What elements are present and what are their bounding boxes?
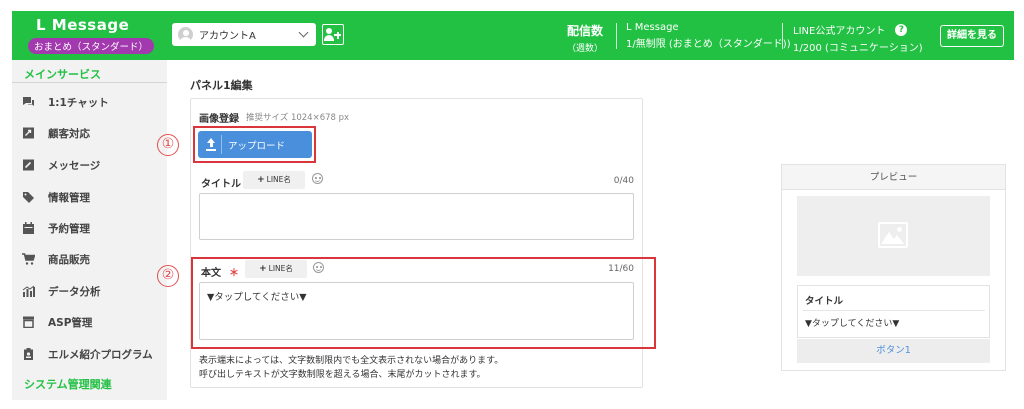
sidebar-section-main[interactable]: メインサービス [24, 66, 101, 82]
note-line-1: 表示端末によっては、文字数制限内でも全文表示されない場合があります。 [199, 356, 504, 366]
line-account-stat: LINE公式アカウント ? 1/200 (コミュニケーション) [793, 22, 923, 54]
preview-card: タイトル ▼タップしてください▼ [797, 285, 990, 338]
divider [782, 23, 783, 49]
plan-badge: おまとめ（スタンダード） [28, 38, 155, 54]
preview-card-text: ▼タップしてください▼ [805, 319, 900, 329]
top-header: L Message おまとめ（スタンダード） アカウントA 配信数 （週数） L… [12, 11, 1014, 60]
title-line-name-button[interactable]: + LINE名 [243, 171, 305, 189]
sidebar-item-label: メッセージ [48, 159, 101, 172]
lmessage-value: 1/無制限 (おまとめ（スタンダード)) [626, 39, 791, 50]
chat-icon [23, 97, 34, 106]
sidebar-item-sales[interactable]: 商品販売 [22, 249, 90, 269]
sidebar-item-reservation[interactable]: 予約管理 [22, 218, 90, 238]
sidebar-item-label: 顧客対応 [48, 127, 90, 140]
preview-panel: プレビュー タイトル ▼タップしてください▼ ボタン1 [781, 164, 1006, 371]
tag-icon [23, 192, 34, 203]
badge-icon [24, 348, 33, 360]
sidebar-item-label: 予約管理 [48, 222, 90, 235]
preview-header: プレビュー [782, 165, 1005, 190]
line-name-label: LINE名 [266, 175, 291, 184]
page-title: パネル1編集 [190, 79, 253, 92]
cart-icon [22, 253, 35, 265]
help-icon[interactable]: ? [895, 23, 908, 36]
brand[interactable]: L Message おまとめ（スタンダード） [28, 16, 158, 54]
title-label: タイトル [201, 179, 241, 190]
sidebar-item-chat[interactable]: 1:1チャット [22, 92, 109, 112]
sidebar-item-label: エルメ紹介プログラム [48, 348, 153, 361]
emoji-icon[interactable] [312, 173, 323, 184]
title-counter: 0/40 [613, 176, 634, 186]
asp-icon [23, 316, 34, 328]
annotation-2: ② [157, 265, 179, 287]
chevron-down-icon [298, 27, 309, 38]
title-input[interactable] [199, 193, 634, 240]
annotation-box-upload [193, 126, 316, 163]
divider [803, 310, 985, 311]
image-size-hint: 推奨サイズ 1024×678 px [246, 113, 350, 123]
calendar-icon [23, 222, 34, 234]
preview-image [797, 196, 990, 276]
sidebar-item-label: 情報管理 [48, 191, 90, 204]
image-placeholder-icon [878, 222, 908, 248]
message-icon [23, 159, 34, 171]
sidebar-item-label: 1:1チャット [48, 96, 109, 109]
image-label: 画像登録 [199, 114, 239, 125]
preview-card-title: タイトル [805, 296, 844, 307]
delivery-sub: （週数） [567, 44, 604, 54]
preview-button[interactable]: ボタン1 [797, 339, 990, 363]
sidebar-section-system[interactable]: システム管理関連 [24, 376, 112, 392]
lmessage-stat: L Message 1/無制限 (おまとめ（スタンダード)) [626, 22, 791, 50]
brand-name[interactable]: L Message [36, 16, 158, 34]
divider [616, 23, 617, 49]
sidebar-item-referral[interactable]: エルメ紹介プログラム [22, 344, 153, 364]
sidebar: メインサービス 1:1チャット 顧客対応 メッセージ 情報管理 予約管理 商品販… [12, 60, 167, 400]
divider [12, 82, 167, 83]
sidebar-item-asp[interactable]: ASP管理 [22, 312, 92, 332]
sidebar-item-customer[interactable]: 顧客対応 [22, 123, 90, 143]
details-button[interactable]: 詳細を見る [940, 25, 1004, 47]
account-select[interactable]: アカウントA [172, 23, 316, 46]
sidebar-item-label: ASP管理 [48, 316, 93, 329]
sidebar-item-info[interactable]: 情報管理 [22, 187, 90, 207]
sidebar-item-message[interactable]: メッセージ [22, 155, 100, 175]
chart-icon [22, 285, 35, 297]
delivery-label: 配信数 [567, 24, 604, 38]
line-label: LINE公式アカウント [793, 26, 886, 37]
sidebar-item-label: データ分析 [48, 285, 101, 298]
account-name: アカウントA [199, 31, 256, 42]
lmessage-label: L Message [626, 22, 679, 33]
add-account-icon[interactable] [322, 24, 344, 45]
note-line-2: 呼び出しテキストが文字数制限を超える場合、末尾がカットされます。 [199, 370, 486, 380]
annotation-box-body [191, 257, 656, 349]
account-avatar-icon [178, 27, 193, 42]
sidebar-item-analytics[interactable]: データ分析 [22, 281, 101, 301]
line-value: 1/200 (コミュニケーション) [793, 43, 923, 54]
customer-icon [23, 127, 34, 139]
annotation-1: ① [157, 134, 179, 156]
delivery-count-stat: 配信数 （週数） [567, 22, 603, 54]
sidebar-item-label: 商品販売 [48, 253, 90, 266]
